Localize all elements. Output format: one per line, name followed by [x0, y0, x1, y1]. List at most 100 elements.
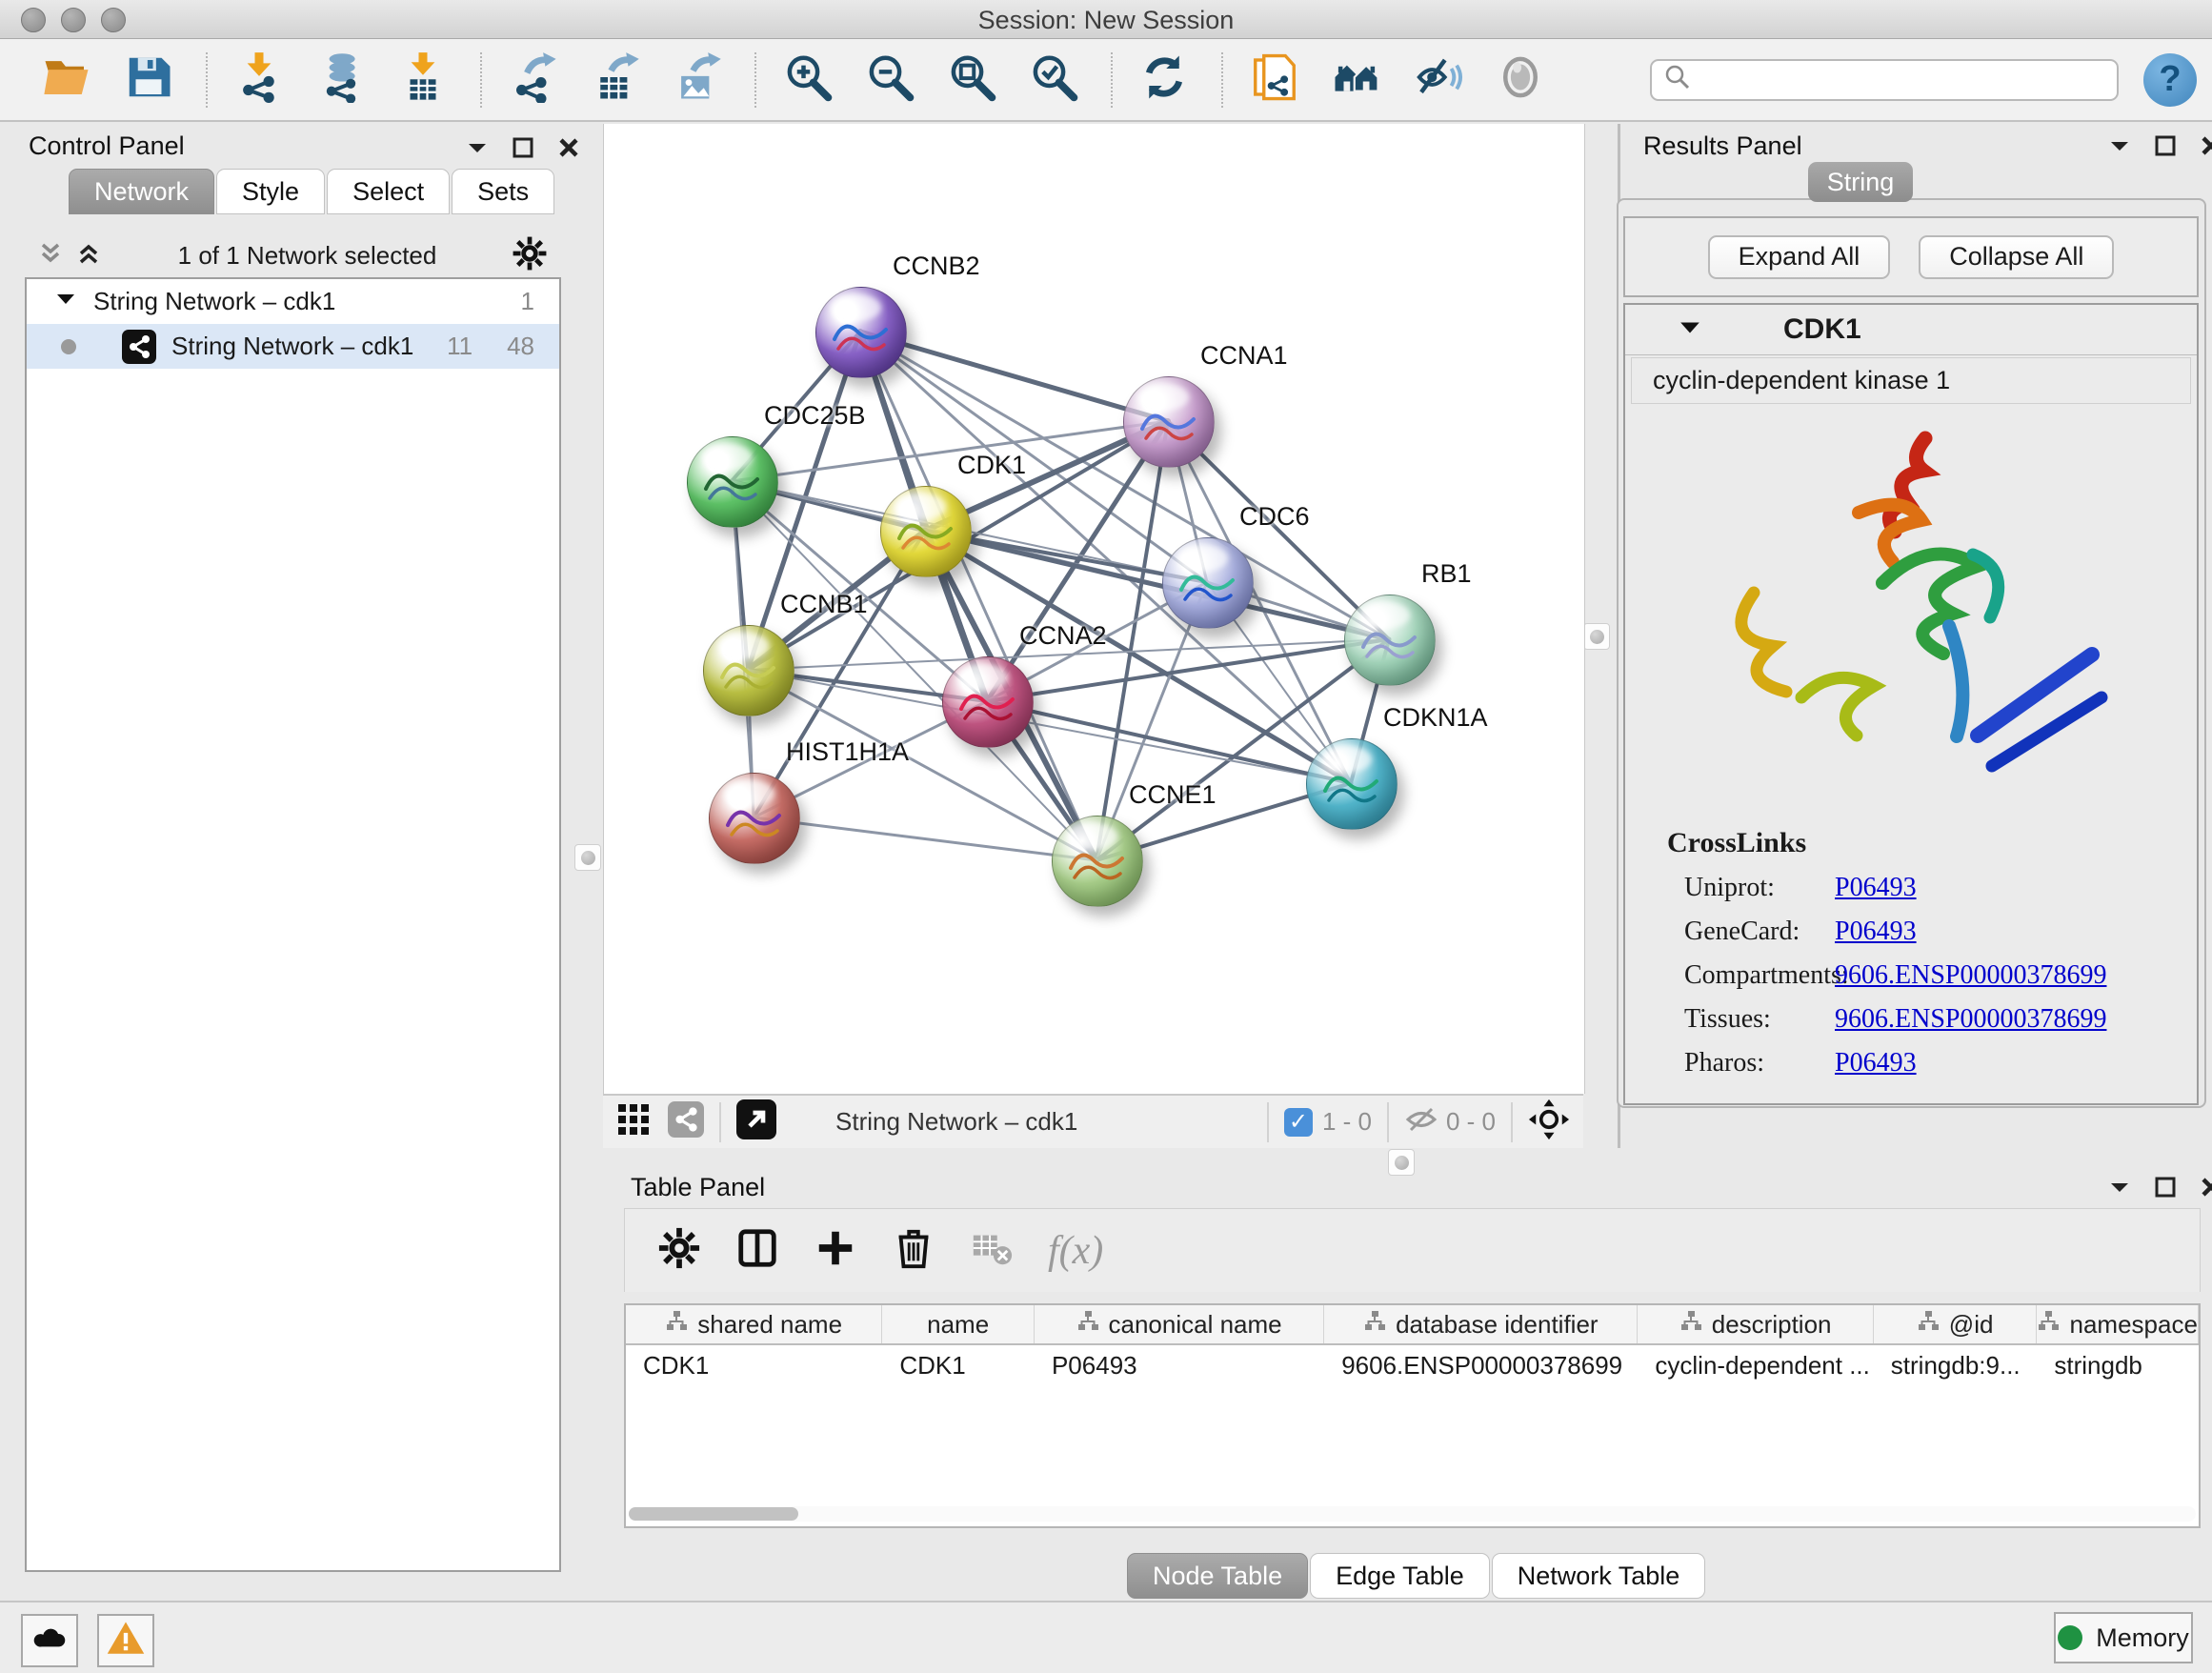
- maximize-panel-icon[interactable]: [2153, 133, 2178, 163]
- memory-button[interactable]: Memory: [2054, 1612, 2193, 1663]
- export-network-button[interactable]: [503, 50, 564, 111]
- tab-style[interactable]: Style: [216, 169, 325, 214]
- table-cell[interactable]: 9606.ENSP00000378699: [1324, 1351, 1638, 1381]
- crosslink-uniprot-[interactable]: P06493: [1835, 873, 1917, 903]
- export-table-button[interactable]: [585, 50, 646, 111]
- node-cdc25b[interactable]: [687, 436, 778, 528]
- zoom-selected-button[interactable]: [1023, 50, 1084, 111]
- collapse-all-icon[interactable]: [36, 239, 65, 272]
- gene-card-header[interactable]: CDK1: [1625, 305, 2197, 355]
- float-panel-icon[interactable]: [2107, 133, 2132, 163]
- import-database-button[interactable]: [311, 50, 372, 111]
- node-ccnb1[interactable]: [703, 625, 794, 716]
- column-header-name[interactable]: name: [882, 1305, 1035, 1343]
- table-cell[interactable]: CDK1: [882, 1351, 1035, 1381]
- close-panel-icon[interactable]: [2199, 133, 2212, 163]
- table-header-row: shared namenamecanonical namedatabase id…: [626, 1305, 2199, 1345]
- table-cell[interactable]: P06493: [1035, 1351, 1324, 1381]
- share-document-button[interactable]: [1244, 50, 1305, 111]
- node-cdkn1a[interactable]: [1306, 738, 1398, 830]
- table-cell[interactable]: CDK1: [626, 1351, 882, 1381]
- network-row[interactable]: String Network – cdk1 11 48: [27, 324, 559, 369]
- node-ccna2[interactable]: [942, 656, 1034, 748]
- tab-node-table[interactable]: Node Table: [1127, 1553, 1308, 1599]
- export-image-button[interactable]: [667, 50, 728, 111]
- expand-all-icon[interactable]: [74, 239, 103, 272]
- search-field[interactable]: [1650, 59, 2119, 101]
- tab-string[interactable]: String: [1808, 162, 1913, 202]
- column-header--id[interactable]: @id: [1874, 1305, 2038, 1343]
- zoom-in-button[interactable]: [777, 50, 838, 111]
- node-cdc6[interactable]: [1162, 537, 1254, 629]
- collection-caret-icon[interactable]: [55, 289, 76, 315]
- hide-glass-button[interactable]: [1408, 50, 1469, 111]
- tab-sets[interactable]: Sets: [452, 169, 554, 214]
- open-session-button[interactable]: [36, 50, 97, 111]
- import-table-button[interactable]: [392, 50, 453, 111]
- left-splitter-handle[interactable]: [574, 844, 601, 871]
- expand-all-button[interactable]: Expand All: [1708, 235, 1891, 279]
- refresh-button[interactable]: [1134, 50, 1195, 111]
- string-home-button[interactable]: [1326, 50, 1387, 111]
- column-header-canonical-name[interactable]: canonical name: [1035, 1305, 1324, 1343]
- delete-column-icon[interactable]: [892, 1226, 935, 1275]
- show-glass-button[interactable]: [1490, 50, 1551, 111]
- add-column-icon[interactable]: [814, 1226, 857, 1275]
- crosslink-pharos-[interactable]: P06493: [1835, 1048, 1917, 1078]
- right-splitter-handle[interactable]: [1583, 623, 1610, 650]
- node-cdk1[interactable]: [880, 486, 972, 577]
- column-header-database-identifier[interactable]: database identifier: [1324, 1305, 1638, 1343]
- table-settings-gear-icon[interactable]: [657, 1226, 701, 1275]
- tab-network[interactable]: Network: [69, 169, 214, 214]
- tab-edge-table[interactable]: Edge Table: [1310, 1553, 1490, 1599]
- collapse-all-button[interactable]: Collapse All: [1919, 235, 2114, 279]
- network-view-statusbar: String Network – cdk1 ✓ 1 - 0 0 - 0: [603, 1094, 1583, 1148]
- show-columns-icon[interactable]: [735, 1226, 779, 1275]
- close-panel-icon[interactable]: [2199, 1175, 2212, 1204]
- crosslink-tissues-[interactable]: 9606.ENSP00000378699: [1835, 1004, 2106, 1035]
- string-badge-gray-icon[interactable]: [668, 1101, 704, 1142]
- node-rb1[interactable]: [1344, 595, 1436, 686]
- close-panel-icon[interactable]: [556, 135, 581, 165]
- float-panel-icon[interactable]: [465, 135, 490, 165]
- node-ccnb2[interactable]: [815, 287, 907, 378]
- column-header-shared-name[interactable]: shared name: [626, 1305, 882, 1343]
- cloud-button[interactable]: [21, 1614, 78, 1667]
- network-options-gear-icon[interactable]: [512, 235, 548, 276]
- table-cell[interactable]: stringdb: [2037, 1351, 2199, 1381]
- tab-select[interactable]: Select: [327, 169, 450, 214]
- table-cell[interactable]: stringdb:9...: [1874, 1351, 2038, 1381]
- float-panel-icon[interactable]: [2107, 1175, 2132, 1204]
- birdseye-grid-icon[interactable]: [616, 1102, 651, 1141]
- zoom-out-button[interactable]: [859, 50, 920, 111]
- warnings-button[interactable]: [97, 1614, 154, 1667]
- bottom-splitter-handle[interactable]: [1388, 1149, 1415, 1176]
- selected-checkbox-icon[interactable]: ✓: [1284, 1108, 1313, 1137]
- help-button[interactable]: ?: [2143, 53, 2197, 107]
- save-session-button[interactable]: [118, 50, 179, 111]
- maximize-panel-icon[interactable]: [511, 135, 535, 165]
- network-collection-row[interactable]: String Network – cdk1 1: [27, 279, 559, 324]
- node-ccne1[interactable]: [1052, 816, 1143, 907]
- tab-network-table[interactable]: Network Table: [1492, 1553, 1706, 1599]
- node-hist1h1a[interactable]: [709, 773, 800, 864]
- maximize-panel-icon[interactable]: [2153, 1175, 2178, 1204]
- open-in-window-icon[interactable]: [736, 1099, 776, 1144]
- import-network-button[interactable]: [229, 50, 290, 111]
- zoom-fit-button[interactable]: [941, 50, 1002, 111]
- table-row[interactable]: CDK1CDK1P064939606.ENSP00000378699cyclin…: [626, 1345, 2199, 1385]
- column-header-description[interactable]: description: [1638, 1305, 1873, 1343]
- hidden-eye-slash-icon[interactable]: [1404, 1102, 1438, 1141]
- gene-caret-icon[interactable]: [1679, 316, 1701, 344]
- network-canvas[interactable]: CCNB2CCNA1CDC25BCDK1CDC6RB1CCNB1CCNA2CDK…: [603, 124, 1585, 1094]
- crosslink-genecard-[interactable]: P06493: [1835, 917, 1917, 947]
- node-ccna1[interactable]: [1123, 376, 1215, 468]
- table-cell[interactable]: cyclin-dependent ...: [1638, 1351, 1873, 1381]
- export-network-icon: [508, 51, 559, 108]
- search-input[interactable]: [1692, 64, 2096, 95]
- scrollbar-thumb[interactable]: [629, 1507, 798, 1521]
- fit-crosshair-icon[interactable]: [1528, 1099, 1570, 1145]
- table-horizontal-scrollbar[interactable]: [629, 1506, 2196, 1522]
- crosslink-compartments-[interactable]: 9606.ENSP00000378699: [1835, 960, 2106, 991]
- column-header-namespace[interactable]: namespace: [2037, 1305, 2199, 1343]
